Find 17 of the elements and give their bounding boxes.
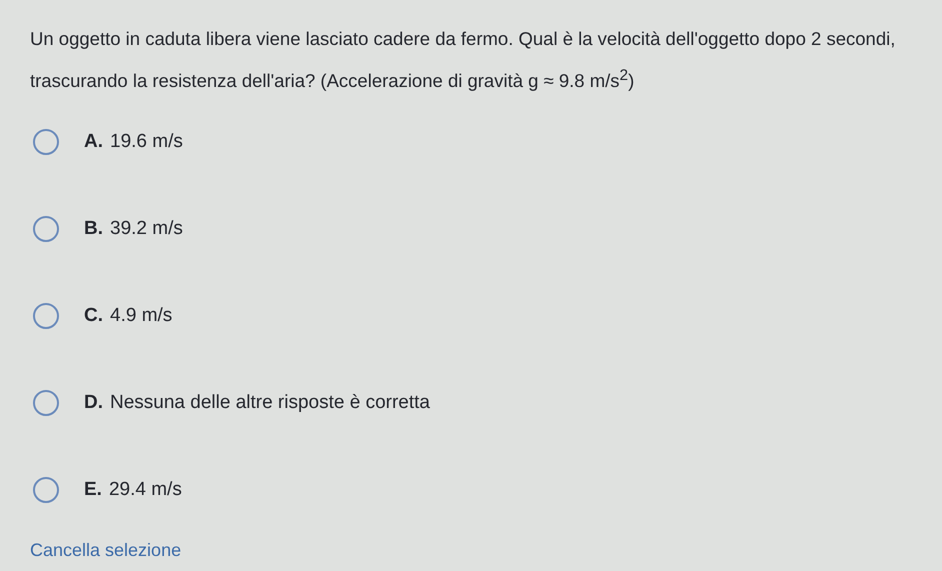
radio-button[interactable] — [33, 303, 59, 330]
clear-selection-link[interactable]: Cancella selezione — [30, 540, 182, 562]
radio-button[interactable] — [33, 477, 59, 504]
option-label[interactable]: 29.4 m/s — [108, 479, 182, 502]
option-letter: B. — [84, 218, 103, 240]
option-letter: E. — [84, 479, 102, 502]
option-letter: D. — [84, 392, 103, 414]
option-label[interactable]: 19.6 m/s — [110, 131, 183, 154]
radio-button[interactable] — [33, 129, 59, 156]
radio-button[interactable] — [33, 216, 59, 242]
radio-button[interactable] — [33, 390, 59, 416]
option-label[interactable]: Nessuna delle altre risposte è corretta — [110, 392, 430, 414]
option-label[interactable]: 39.2 m/s — [110, 218, 183, 240]
option-label[interactable]: 4.9 m/s — [110, 305, 172, 328]
option-letter: A. — [84, 131, 103, 154]
question-text: Un oggetto in caduta libera viene lasciato cadere da fermo. Qual è la velocità dell'oggetto dopo 2 secondi, trascurando la resistenza dell'aria? (Accelerazione di gravità g ≈ 9.8 m/s$^{2}$) — [30, 27, 896, 94]
option-letter: C. — [84, 305, 103, 328]
